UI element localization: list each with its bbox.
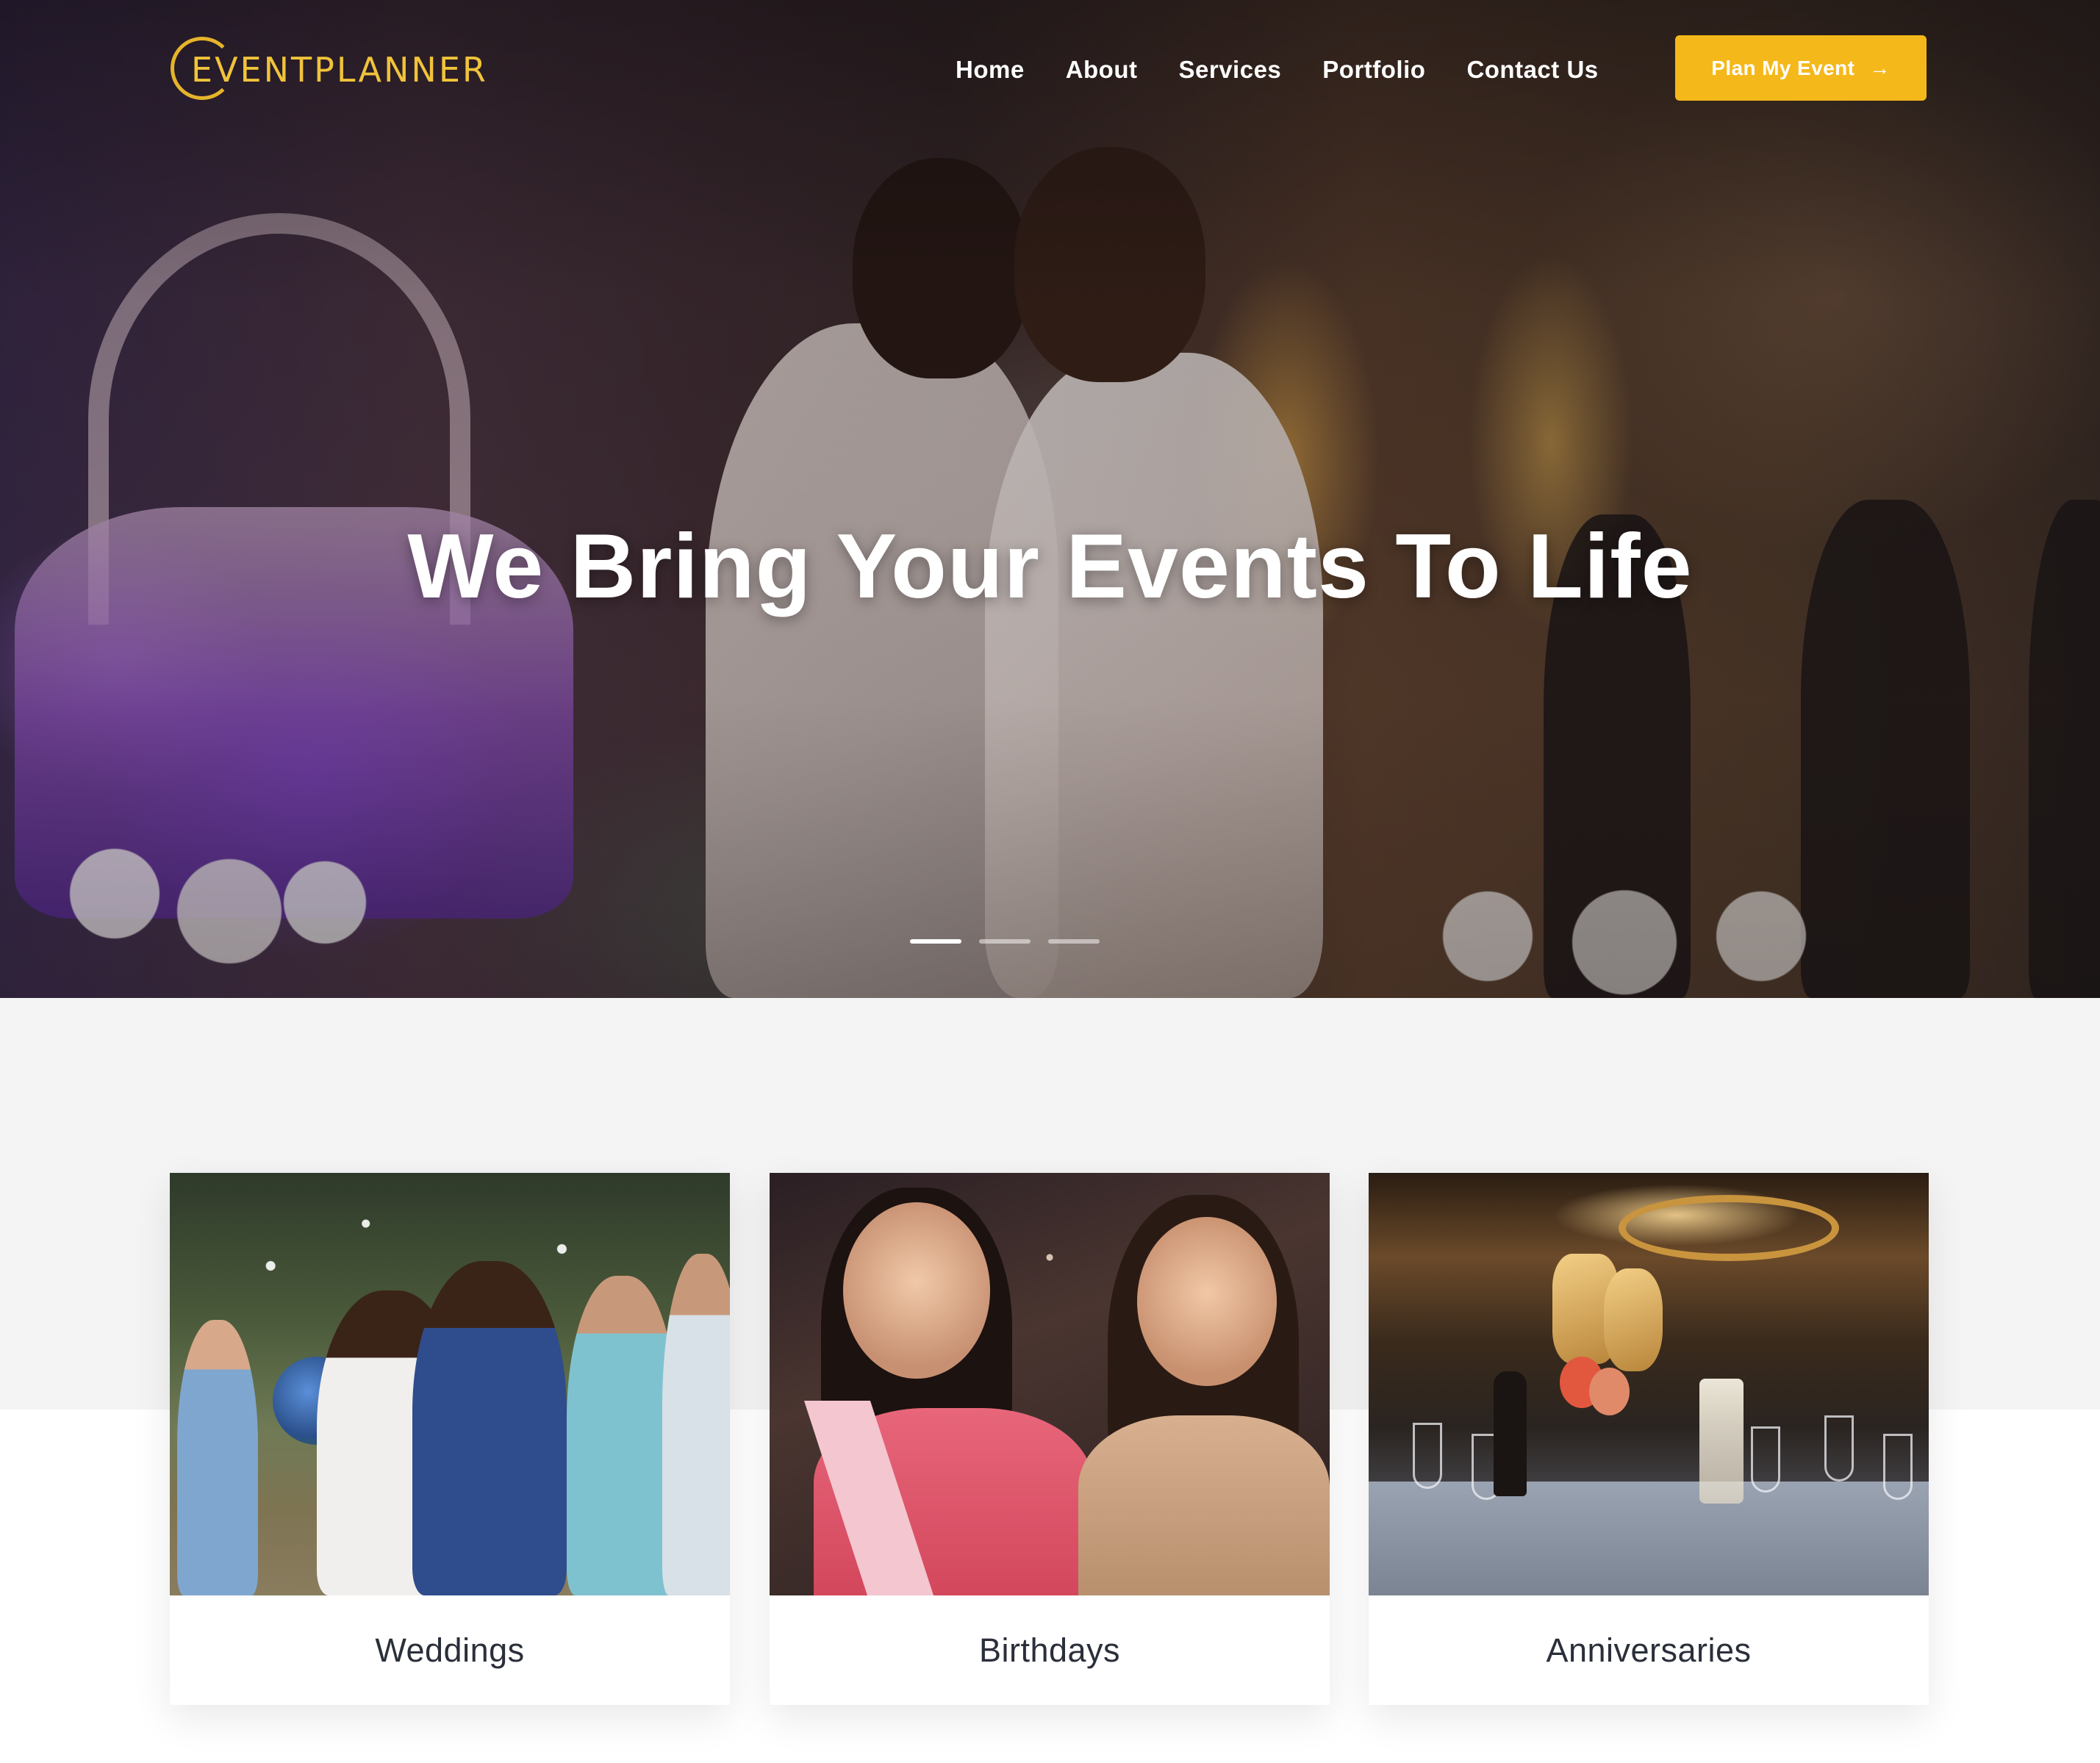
bridesmaid: [567, 1276, 677, 1595]
wine-bottle: [1494, 1371, 1527, 1496]
wine-glass: [1824, 1415, 1854, 1482]
nav-link-services[interactable]: Services: [1178, 56, 1281, 84]
groom: [412, 1261, 567, 1595]
slider-dot-1[interactable]: [910, 939, 961, 944]
card-title: Anniversaries: [1546, 1631, 1752, 1669]
weddings-image: [170, 1173, 730, 1595]
anniversaries-image: [1369, 1173, 1929, 1595]
nav-link-contact[interactable]: Contact Us: [1466, 56, 1598, 84]
main-nav: Home About Services Portfolio Contact Us: [956, 51, 1599, 88]
slider-dots: [910, 939, 1117, 944]
slider-dot-2[interactable]: [979, 939, 1031, 944]
face: [843, 1202, 990, 1379]
site-header: EVENTPLANNER Home About Services Portfol…: [0, 0, 2100, 140]
nav-link-portfolio[interactable]: Portfolio: [1322, 56, 1425, 84]
nav-link-about[interactable]: About: [1066, 56, 1138, 84]
body: [1078, 1415, 1330, 1595]
guest: [662, 1254, 730, 1595]
cta-label: Plan My Event: [1711, 56, 1855, 79]
service-card-anniversaries[interactable]: Anniversaries: [1369, 1173, 1929, 1705]
card-title: Weddings: [375, 1631, 525, 1669]
arrow-right-icon: →: [1869, 56, 1891, 79]
card-title: Birthdays: [978, 1631, 1121, 1669]
hero-slider: We Bring Your Events To Life: [0, 0, 2100, 998]
hero-overlay: [0, 0, 2100, 998]
wine-glass: [1883, 1434, 1913, 1500]
plan-my-event-button[interactable]: Plan My Event →: [1675, 35, 1927, 101]
ceiling-light: [1619, 1195, 1839, 1261]
nav-link-home[interactable]: Home: [956, 56, 1025, 84]
service-card-weddings[interactable]: Weddings: [170, 1173, 730, 1705]
balloon: [1589, 1368, 1630, 1415]
service-card-birthdays[interactable]: Birthdays: [770, 1173, 1330, 1705]
face: [1137, 1217, 1277, 1386]
site-logo[interactable]: EVENTPLANNER: [171, 37, 488, 103]
birthdays-image: [770, 1173, 1330, 1595]
dining-table: [1369, 1482, 1929, 1595]
candle: [1699, 1379, 1744, 1504]
slider-dot-3[interactable]: [1048, 939, 1100, 944]
logo-text: EVENTPLANNER: [191, 50, 488, 90]
wine-glass: [1413, 1423, 1442, 1489]
balloon: [1604, 1268, 1663, 1371]
hero-headline: We Bring Your Events To Life: [407, 516, 1693, 617]
wine-glass: [1751, 1426, 1780, 1493]
bridesmaid: [177, 1320, 258, 1595]
